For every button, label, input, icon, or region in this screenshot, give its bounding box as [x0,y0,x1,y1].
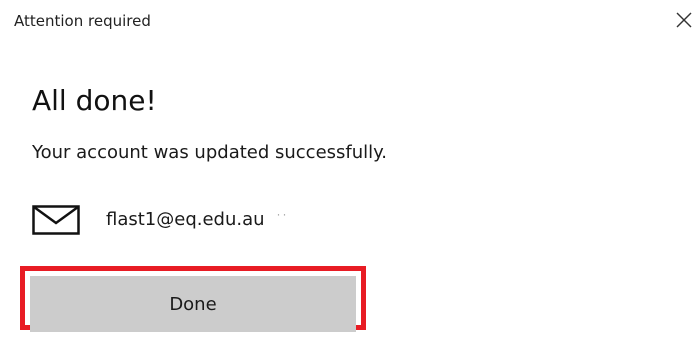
close-button[interactable] [672,8,696,32]
dialog-message: Your account was updated successfully. [32,142,387,163]
mail-icon [32,204,80,236]
dialog-heading: All done! [32,84,157,117]
window-title: Attention required [14,12,151,30]
close-icon[interactable] [675,11,693,29]
account-row: flast1@eq.edu.au ·· [32,200,289,240]
done-button[interactable]: Done [30,276,356,332]
account-email: flast1@eq.edu.au [106,209,265,230]
email-trailing-marks: ·· [276,207,289,221]
